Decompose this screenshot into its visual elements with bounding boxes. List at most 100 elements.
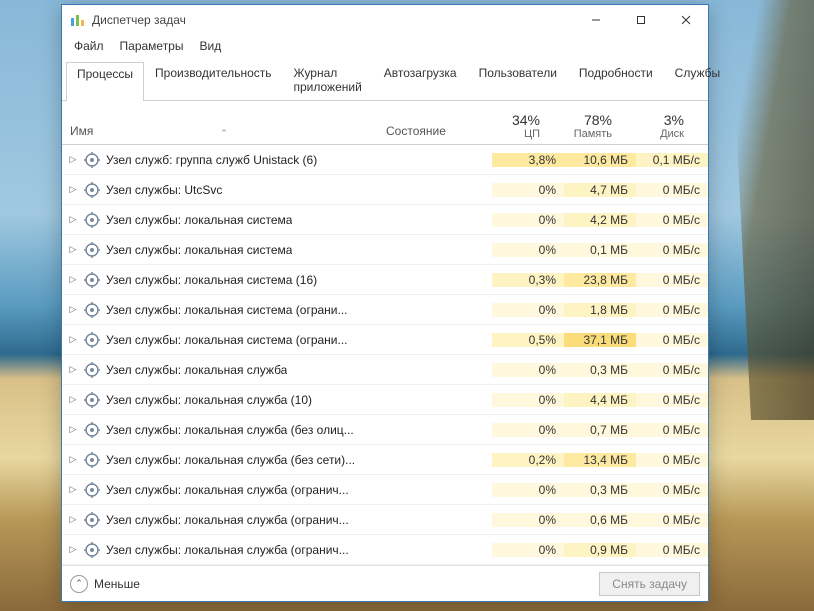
column-header-state[interactable]: Состояние [386, 124, 476, 144]
gear-icon [84, 362, 100, 378]
process-disk: 0 МБ/с [636, 483, 708, 497]
expand-icon[interactable]: ▷ [68, 454, 78, 465]
expand-icon[interactable]: ▷ [68, 274, 78, 285]
process-name: Узел службы: локальная система [106, 213, 292, 227]
menu-options[interactable]: Параметры [112, 37, 192, 55]
process-disk: 0,1 МБ/с [636, 153, 708, 167]
process-mem: 10,6 МБ [564, 153, 636, 167]
expand-icon[interactable]: ▷ [68, 304, 78, 315]
gear-icon [84, 422, 100, 438]
minimize-button[interactable] [573, 5, 618, 35]
table-row[interactable]: ▷Узел службы: локальная система0%0,1 МБ0… [62, 235, 708, 265]
table-row[interactable]: ▷Узел службы: локальная служба (огранич.… [62, 475, 708, 505]
expand-icon[interactable]: ▷ [68, 214, 78, 225]
disk-usage-pct: 3% [620, 112, 684, 128]
gear-icon [84, 242, 100, 258]
table-row[interactable]: ▷Узел службы: локальная система0%4,2 МБ0… [62, 205, 708, 235]
column-header-cpu[interactable]: 34% ЦП [476, 110, 548, 144]
fewer-details-label: Меньше [94, 577, 140, 591]
memory-label: Память [548, 128, 612, 140]
chevron-up-icon: ⌃ [70, 575, 88, 593]
expand-icon[interactable]: ▷ [68, 154, 78, 165]
table-row[interactable]: ▷Узел службы: UtcSvc0%4,7 МБ0 МБ/с [62, 175, 708, 205]
fewer-details-button[interactable]: ⌃ Меньше [70, 575, 140, 593]
tab-services[interactable]: Службы [664, 61, 731, 100]
expand-icon[interactable]: ▷ [68, 394, 78, 405]
table-row[interactable]: ▷Узел службы: локальная система (16)0,3%… [62, 265, 708, 295]
disk-label: Диск [620, 128, 684, 140]
process-mem: 4,2 МБ [564, 213, 636, 227]
tab-details[interactable]: Подробности [568, 61, 664, 100]
process-name: Узел службы: локальная система (ограни..… [106, 333, 348, 347]
menu-view[interactable]: Вид [191, 37, 229, 55]
column-header-name[interactable]: ⌃ Имя [62, 124, 386, 144]
process-name: Узел службы: локальная служба [106, 363, 287, 377]
app-icon [70, 12, 86, 28]
process-cpu: 0% [492, 393, 564, 407]
process-list[interactable]: ▷ Узел служб: группа служб Unistack (6) 3,… [62, 145, 708, 565]
process-name: Узел службы: локальная служба (огранич..… [106, 513, 349, 527]
process-disk: 0 МБ/с [636, 453, 708, 467]
process-name: Узел службы: локальная служба (без олиц.… [106, 423, 354, 437]
process-cpu: 0,3% [492, 273, 564, 287]
expand-icon[interactable]: ▷ [68, 514, 78, 525]
expand-icon[interactable]: ▷ [68, 484, 78, 495]
titlebar[interactable]: Диспетчер задач [62, 5, 708, 35]
process-disk: 0 МБ/с [636, 543, 708, 557]
sort-caret-icon: ⌃ [220, 128, 228, 139]
close-button[interactable] [663, 5, 708, 35]
expand-icon[interactable]: ▷ [68, 244, 78, 255]
expand-icon[interactable]: ▷ [68, 184, 78, 195]
process-disk: 0 МБ/с [636, 303, 708, 317]
expand-icon[interactable]: ▷ [68, 334, 78, 345]
maximize-button[interactable] [618, 5, 663, 35]
expand-icon[interactable]: ▷ [68, 364, 78, 375]
process-disk: 0 МБ/с [636, 513, 708, 527]
tab-processes[interactable]: Процессы [66, 62, 144, 101]
tab-startup[interactable]: Автозагрузка [373, 61, 468, 100]
gear-icon [84, 452, 100, 468]
table-row[interactable]: ▷ Узел службы: локальная служба (огранич.… [62, 505, 708, 535]
process-cpu: 0% [492, 183, 564, 197]
process-cpu: 0% [492, 303, 564, 317]
process-disk: 0 МБ/с [636, 393, 708, 407]
window-title: Диспетчер задач [92, 13, 186, 27]
menu-file[interactable]: Файл [66, 37, 112, 55]
table-row[interactable]: ▷Узел службы: локальная служба (без сети… [62, 445, 708, 475]
tabbar: Процессы Производительность Журнал прило… [62, 57, 708, 101]
tab-performance[interactable]: Производительность [144, 61, 282, 100]
column-headers: ⌃ Имя Состояние 34% ЦП 78% Память 3% Дис… [62, 101, 708, 145]
process-mem: 0,9 МБ [564, 543, 636, 557]
process-name: Узел службы: локальная служба (10) [106, 393, 312, 407]
process-name: Узел служб: группа служб Unistack (6) [106, 153, 317, 167]
table-row[interactable]: ▷Узел службы: локальная система (ограни.… [62, 295, 708, 325]
process-cpu: 0,2% [492, 453, 564, 467]
expand-icon[interactable]: ▷ [68, 544, 78, 555]
process-mem: 0,6 МБ [564, 513, 636, 527]
column-header-disk[interactable]: 3% Диск [620, 110, 692, 144]
table-row[interactable]: ▷ Узел службы: локальная служба (10) 0%4,4… [62, 385, 708, 415]
table-row[interactable]: ▷Узел службы: локальная служба (огранич.… [62, 535, 708, 565]
process-name: Узел службы: UtcSvc [106, 183, 222, 197]
expand-icon[interactable]: ▷ [68, 424, 78, 435]
process-disk: 0 МБ/с [636, 423, 708, 437]
process-mem: 4,4 МБ [564, 393, 636, 407]
process-cpu: 3,8% [492, 153, 564, 167]
gear-icon [84, 152, 100, 168]
process-disk: 0 МБ/с [636, 333, 708, 347]
process-mem: 0,3 МБ [564, 363, 636, 377]
process-cpu: 0% [492, 513, 564, 527]
tab-users[interactable]: Пользователи [468, 61, 568, 100]
end-task-button[interactable]: Снять задачу [599, 572, 700, 596]
column-header-memory[interactable]: 78% Память [548, 110, 620, 144]
table-row[interactable]: ▷ Узел служб: группа служб Unistack (6) 3,… [62, 145, 708, 175]
gear-icon [84, 482, 100, 498]
process-disk: 0 МБ/с [636, 243, 708, 257]
tab-apphistory[interactable]: Журнал приложений [283, 61, 373, 100]
table-row[interactable]: ▷ Узел службы: локальная служба (без олиц… [62, 415, 708, 445]
table-row[interactable]: ▷Узел службы: локальная служба0%0,3 МБ0 … [62, 355, 708, 385]
gear-icon [84, 182, 100, 198]
table-row[interactable]: ▷ Узел службы: локальная система (ограни.… [62, 325, 708, 355]
footer: ⌃ Меньше Снять задачу [62, 565, 708, 601]
process-cpu: 0,5% [492, 333, 564, 347]
